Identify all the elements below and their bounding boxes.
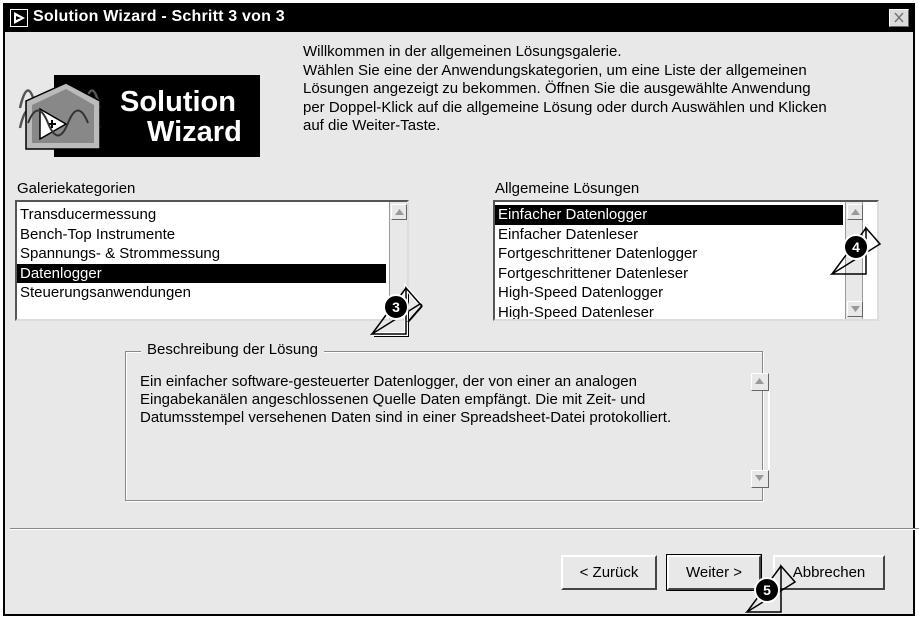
scroll-up-icon[interactable] — [847, 204, 863, 220]
callout-3-label: 3 — [392, 299, 400, 315]
categories-label: Galeriekategorien — [17, 180, 136, 197]
scroll-up-icon[interactable] — [751, 373, 769, 391]
categories-listbox[interactable]: Transducermessung Bench-Top Instrumente … — [15, 200, 409, 321]
intro-line: Wählen Sie eine der Anwendungskategorien… — [303, 61, 807, 79]
description-text: Ein einfacher software-gesteuerter Daten… — [140, 373, 700, 427]
scroll-down-icon[interactable] — [847, 301, 863, 317]
intro-line: Lösungen angezeigt zu bekommen. Öffnen S… — [303, 80, 811, 97]
window-title: Solution Wizard - Schritt 3 von 3 — [33, 8, 285, 25]
list-item-selected[interactable]: Einfacher Datenlogger — [495, 205, 843, 225]
callout-5-icon: 5 — [745, 564, 797, 613]
description-scroll-track[interactable] — [768, 389, 770, 470]
logo-line1: Solution — [120, 86, 236, 118]
title-bar[interactable]: Solution Wizard - Schritt 3 von 3 — [5, 5, 913, 32]
description-group: Beschreibung der Lösung Ein einfacher so… — [125, 341, 770, 501]
intro-line: Willkommen in der allgemeinen Lösungsgal… — [303, 43, 622, 60]
list-item[interactable]: Spannungs- & Strommessung — [17, 244, 407, 264]
list-item[interactable]: Fortgeschrittener Datenleser — [495, 264, 877, 284]
back-button[interactable]: < Zurück — [561, 555, 657, 590]
list-item[interactable]: Bench-Top Instrumente — [17, 225, 407, 245]
description-title: Beschreibung der Lösung — [141, 341, 324, 358]
callout-4-icon: 4 — [830, 226, 882, 275]
callout-4-label: 4 — [852, 239, 860, 255]
callout-3-icon: 3 — [370, 282, 423, 337]
list-item[interactable]: Transducermessung — [17, 205, 407, 225]
list-item[interactable]: Steuerungsanwendungen — [17, 283, 407, 303]
app-icon — [10, 9, 28, 27]
solution-wizard-logo: Solution Wizard — [18, 53, 262, 163]
callout-5-label: 5 — [763, 582, 771, 598]
list-item[interactable]: High-Speed Datenleser — [495, 303, 877, 320]
scroll-up-icon[interactable] — [391, 204, 407, 220]
list-item[interactable]: Einfacher Datenleser — [495, 225, 877, 245]
description-line: Ein einfacher software-gesteuerter Daten… — [140, 373, 637, 390]
description-line: Datumsstempel versehenen Daten sind in e… — [140, 409, 672, 426]
solutions-label: Allgemeine Lösungen — [495, 180, 640, 197]
list-item[interactable]: High-Speed Datenlogger — [495, 283, 877, 303]
close-icon[interactable] — [889, 9, 909, 27]
intro-text: Willkommen in der allgemeinen Lösungsgal… — [303, 43, 893, 136]
separator — [10, 528, 919, 530]
logo-line2: Wizard — [147, 116, 242, 148]
intro-line: per Doppel-Klick auf die allgemeine Lösu… — [303, 98, 827, 116]
scroll-down-icon[interactable] — [751, 470, 769, 488]
intro-line: auf die Weiter-Taste. — [303, 117, 441, 134]
description-line: Eingabekanälen angeschlossenen Quelle Da… — [140, 391, 646, 408]
solutions-listbox[interactable]: Einfacher Datenlogger Einfacher Datenles… — [493, 200, 879, 321]
list-item[interactable]: Fortgeschrittener Datenlogger — [495, 244, 877, 264]
list-item-selected[interactable]: Datenlogger — [17, 263, 386, 283]
